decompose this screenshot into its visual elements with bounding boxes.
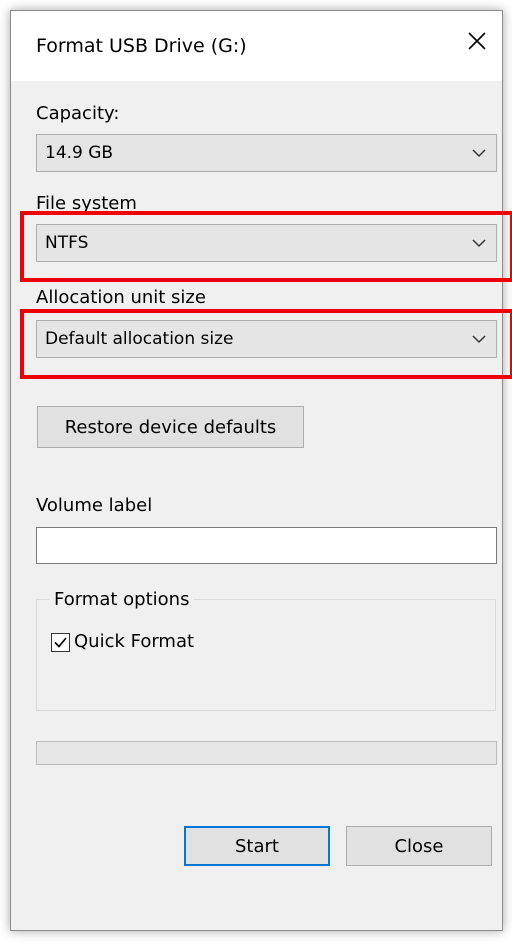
file-system-highlight xyxy=(20,211,512,282)
close-button[interactable]: Close xyxy=(346,826,492,866)
quick-format-checkbox[interactable] xyxy=(51,633,70,652)
title-bar: Format USB Drive (G:) xyxy=(11,11,502,81)
allocation-highlight xyxy=(20,309,512,379)
volume-label-label: Volume label xyxy=(36,495,153,516)
dialog-title: Format USB Drive (G:) xyxy=(36,35,247,57)
format-progress-bar xyxy=(36,741,497,765)
format-options-legend: Format options xyxy=(49,589,195,610)
quick-format-label[interactable]: Quick Format xyxy=(74,631,194,652)
capacity-dropdown[interactable]: 14.9 GB xyxy=(36,134,497,172)
capacity-value: 14.9 GB xyxy=(45,143,114,163)
volume-label-input[interactable] xyxy=(36,527,497,564)
close-icon xyxy=(468,32,486,50)
start-button[interactable]: Start xyxy=(184,826,330,866)
allocation-label: Allocation unit size xyxy=(36,287,206,308)
close-window-button[interactable] xyxy=(452,11,502,71)
capacity-label: Capacity: xyxy=(36,103,120,124)
restore-defaults-button[interactable]: Restore device defaults xyxy=(37,406,304,448)
format-dialog: Format USB Drive (G:) Capacity: 14.9 GB … xyxy=(10,10,512,931)
format-options-group xyxy=(36,599,496,711)
checkmark-icon xyxy=(54,637,67,648)
chevron-down-icon xyxy=(472,149,486,158)
